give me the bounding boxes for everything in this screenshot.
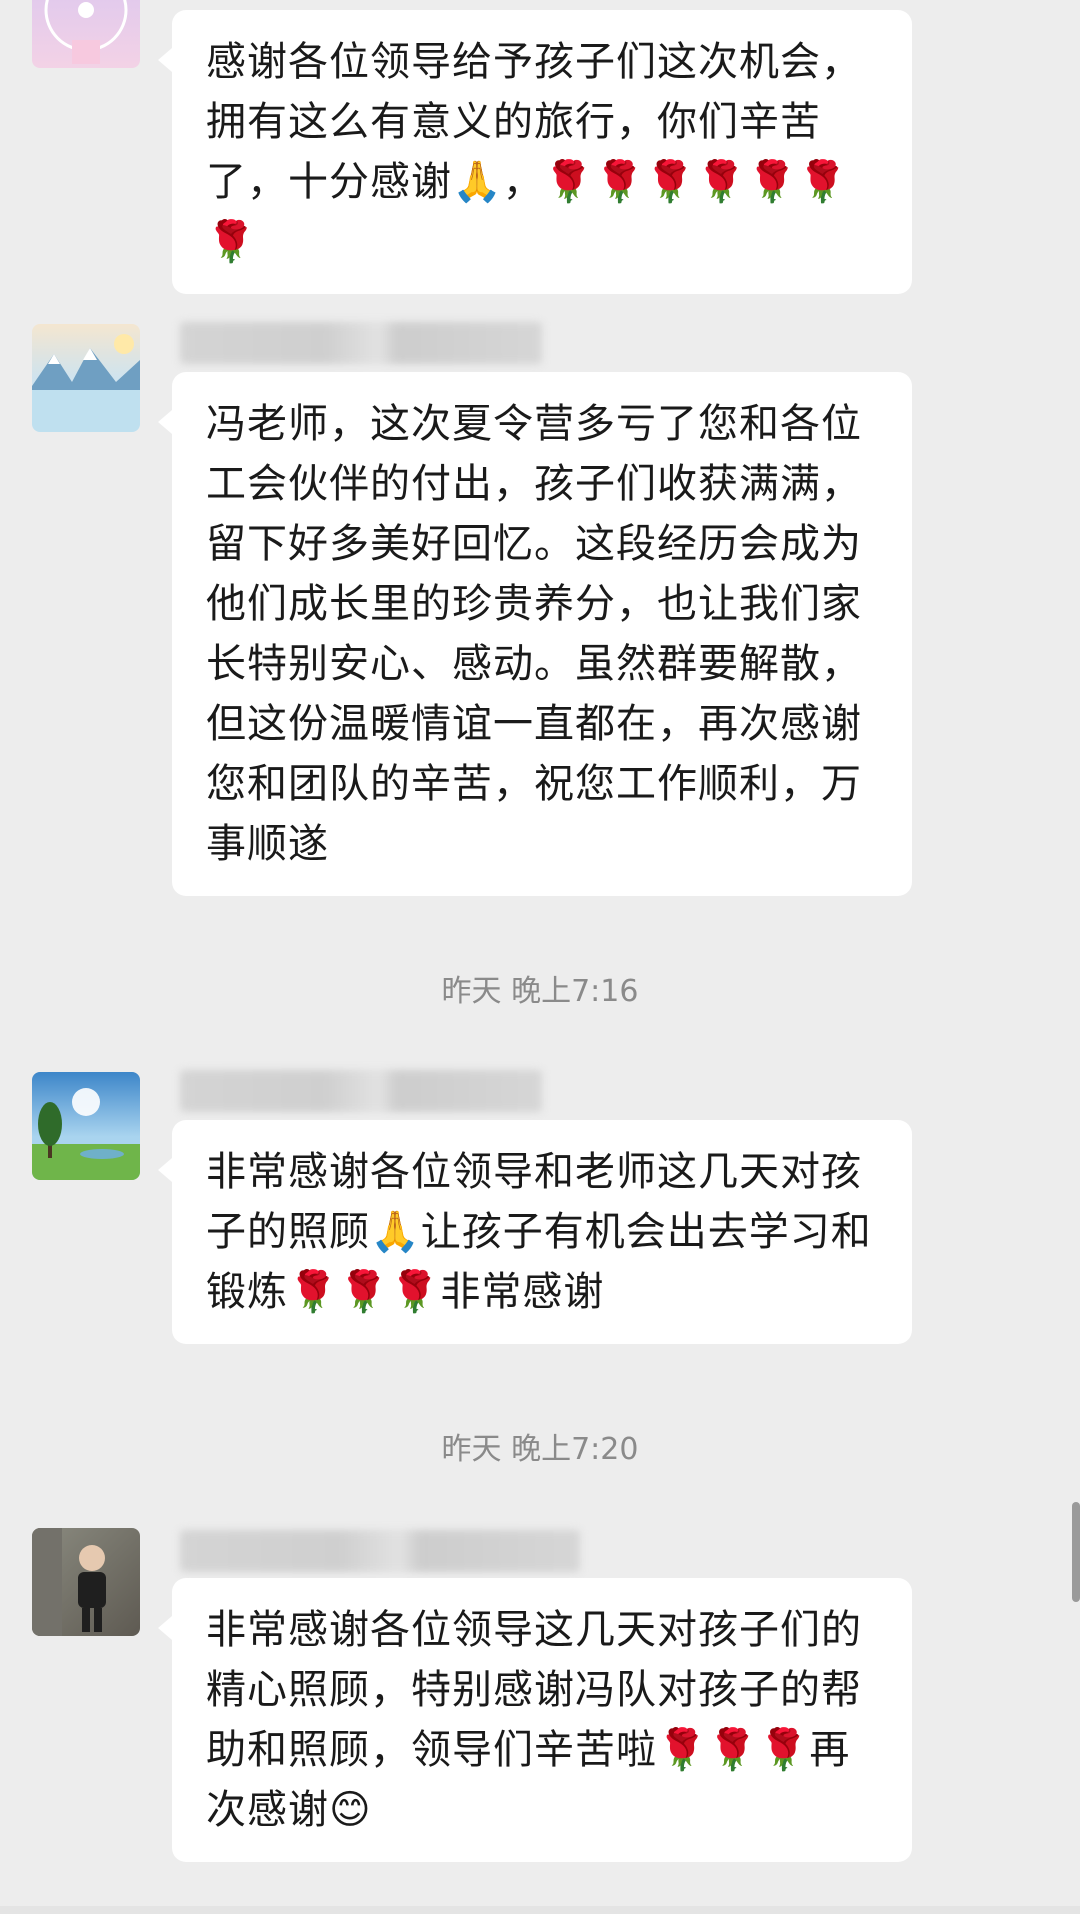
avatar[interactable] [32,324,140,432]
message-text: 冯老师，这次夏令营多亏了您和各位工会伙伴的付出，孩子们收获满满，留下好多美好回忆… [206,401,862,867]
message-text: 感谢各位领导给予孩子们这次机会，拥有这么有意义的旅行，你们辛苦了，十分感谢🙏，🌹… [206,39,862,265]
tree-meadow-avatar-icon [32,1072,140,1180]
message-bubble[interactable]: 非常感谢各位领导和老师这几天对孩子的照顾🙏让孩子有机会出去学习和锻炼🌹🌹🌹非常感… [158,1120,912,1344]
message-bubble[interactable]: 非常感谢各位领导这几天对孩子们的精心照顾，特别感谢冯队对孩子的帮助和照顾，领导们… [158,1578,912,1862]
scrollbar[interactable] [1072,1502,1080,1602]
mountain-lake-avatar-icon [32,324,140,432]
timestamp: 昨天 晚上7:20 [441,1432,639,1467]
message-text: 非常感谢各位领导这几天对孩子们的精心照顾，特别感谢冯队对孩子的帮助和照顾，领导们… [206,1607,862,1833]
message-bubble[interactable]: 冯老师，这次夏令营多亏了您和各位工会伙伴的付出，孩子们收获满满，留下好多美好回忆… [158,372,912,896]
sender-name-blurred [180,1530,580,1572]
message-bubble[interactable]: 感谢各位领导给予孩子们这次机会，拥有这么有意义的旅行，你们辛苦了，十分感谢🙏，🌹… [158,10,912,294]
avatar[interactable] [32,1072,140,1180]
avatar[interactable] [32,0,140,68]
avatar[interactable] [32,1528,140,1636]
divider [0,1906,1080,1914]
sender-name-blurred [180,1070,542,1112]
ferris-wheel-avatar-icon [32,0,140,68]
sender-name-blurred [180,322,542,364]
timestamp: 昨天 晚上7:16 [441,974,639,1009]
child-photo-avatar-icon [32,1528,140,1636]
message-text: 非常感谢各位领导和老师这几天对孩子的照顾🙏让孩子有机会出去学习和锻炼🌹🌹🌹非常感… [206,1149,872,1315]
